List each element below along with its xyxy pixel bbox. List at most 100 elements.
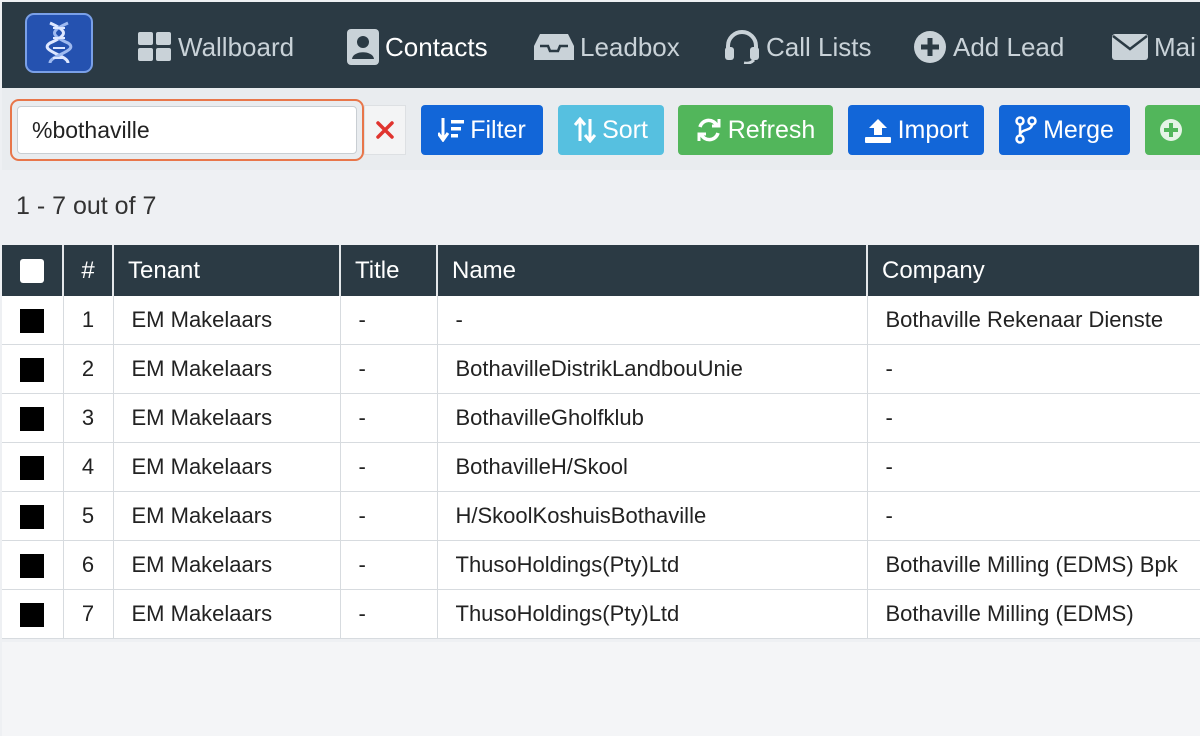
filter-label: Filter [470, 115, 526, 144]
row-select-cell [2, 344, 64, 394]
row-name: ThusoHoldings(Pty)Ltd [437, 540, 868, 590]
code-branch-icon [1015, 116, 1037, 144]
table-row[interactable]: 5 EM Makelaars - H/SkoolKoshuisBothavill… [2, 491, 1200, 541]
sort-arrows-icon [574, 117, 597, 143]
row-checkbox[interactable] [20, 407, 45, 432]
row-tenant: EM Makelaars [113, 296, 341, 345]
row-checkbox[interactable] [20, 603, 45, 628]
headset-icon [725, 30, 759, 64]
result-count: 1 - 7 out of 7 [16, 192, 157, 220]
table-row[interactable]: 4 EM Makelaars - BothavilleH/Skool - [2, 442, 1200, 492]
nav-call-lists[interactable]: Call Lists [724, 28, 871, 66]
row-title: - [340, 589, 438, 639]
header-select-all[interactable] [2, 245, 64, 296]
row-select-cell [2, 296, 64, 345]
row-number: 5 [63, 491, 114, 541]
nav-leadbox-label: Leadbox [580, 31, 680, 62]
row-checkbox[interactable] [20, 505, 45, 530]
header-number[interactable]: # [63, 245, 114, 296]
nav-leadbox[interactable]: Leadbox [534, 28, 680, 66]
import-label: Import [897, 115, 969, 144]
grid-icon [138, 32, 171, 61]
add-contact-button[interactable] [1145, 105, 1200, 155]
row-title: - [340, 540, 438, 590]
table-row[interactable]: 7 EM Makelaars - ThusoHoldings(Pty)Ltd B… [2, 589, 1200, 639]
row-number: 3 [63, 393, 114, 443]
row-number: 4 [63, 442, 114, 492]
dna-logo-icon [45, 21, 73, 64]
row-title: - [340, 393, 438, 443]
contacts-table: # Tenant Title Name Company 1 EM Makelaa… [2, 245, 1200, 639]
merge-label: Merge [1043, 115, 1114, 144]
nav-call-lists-label: Call Lists [766, 31, 872, 62]
search-input[interactable] [17, 106, 357, 154]
nav-add-lead[interactable]: Add Lead [913, 28, 1064, 66]
sort-button[interactable]: Sort [558, 105, 664, 155]
row-number: 1 [63, 296, 114, 345]
row-checkbox[interactable] [20, 309, 45, 334]
upload-icon [864, 119, 891, 143]
import-button[interactable]: Import [848, 105, 984, 155]
table-row[interactable]: 6 EM Makelaars - ThusoHoldings(Pty)Ltd B… [2, 540, 1200, 590]
header-title[interactable]: Title [340, 245, 438, 296]
row-title: - [340, 344, 438, 394]
header-tenant[interactable]: Tenant [113, 245, 341, 296]
row-name: ThusoHoldings(Pty)Ltd [437, 589, 868, 639]
toolbar: Filter Sort Refresh Import Merge [2, 88, 1200, 170]
row-company: Bothaville Milling (EDMS) [867, 589, 1200, 639]
plus-circle-icon [914, 31, 946, 63]
row-name: BothavilleDistrikLandbouUnie [437, 344, 868, 394]
table-header-row: # Tenant Title Name Company [2, 245, 1200, 296]
row-number: 6 [63, 540, 114, 590]
row-select-cell [2, 442, 64, 492]
row-tenant: EM Makelaars [113, 540, 341, 590]
row-company: - [867, 442, 1200, 492]
merge-button[interactable]: Merge [999, 105, 1130, 155]
row-number: 2 [63, 344, 114, 394]
row-tenant: EM Makelaars [113, 442, 341, 492]
row-name: BothavilleH/Skool [437, 442, 868, 492]
row-title: - [340, 442, 438, 492]
table-row[interactable]: 2 EM Makelaars - BothavilleDistrikLandbo… [2, 344, 1200, 394]
refresh-icon [697, 118, 721, 142]
header-name[interactable]: Name [437, 245, 868, 296]
empty-content-area [2, 642, 1200, 736]
row-select-cell [2, 491, 64, 541]
header-company[interactable]: Company [867, 245, 1200, 296]
row-title: - [340, 296, 438, 345]
row-checkbox[interactable] [20, 554, 45, 579]
row-tenant: EM Makelaars [113, 491, 341, 541]
refresh-button[interactable]: Refresh [678, 105, 833, 155]
table-row[interactable]: 3 EM Makelaars - BothavilleGholfklub - [2, 393, 1200, 443]
row-name: BothavilleGholfklub [437, 393, 868, 443]
row-tenant: EM Makelaars [113, 393, 341, 443]
row-company: - [867, 344, 1200, 394]
envelope-icon [1112, 34, 1148, 60]
row-company: - [867, 491, 1200, 541]
row-company: Bothaville Milling (EDMS) Bpk [867, 540, 1200, 590]
nav-mail[interactable]: Mai [1112, 28, 1196, 66]
row-checkbox[interactable] [20, 456, 45, 481]
nav-wallboard[interactable]: Wallboard [138, 28, 294, 66]
row-company: - [867, 393, 1200, 443]
plus-circle-icon [1160, 119, 1182, 141]
inbox-icon [534, 34, 574, 60]
table-row[interactable]: 1 EM Makelaars - - Bothaville Rekenaar D… [2, 296, 1200, 345]
app-logo[interactable] [25, 13, 93, 73]
nav-contacts[interactable]: Contacts [347, 28, 488, 66]
top-navbar: Wallboard Contacts Leadbox Call Lists Ad… [2, 2, 1200, 88]
close-icon [376, 121, 394, 139]
clear-search-button[interactable] [364, 105, 406, 155]
row-checkbox[interactable] [20, 358, 45, 383]
row-company: Bothaville Rekenaar Dienste [867, 296, 1200, 345]
nav-wallboard-label: Wallboard [178, 31, 295, 62]
row-title: - [340, 491, 438, 541]
contact-card-icon [347, 29, 379, 65]
select-all-checkbox[interactable] [20, 259, 44, 284]
filter-button[interactable]: Filter [421, 105, 543, 155]
sort-label: Sort [602, 115, 648, 144]
row-select-cell [2, 540, 64, 590]
nav-contacts-label: Contacts [385, 31, 488, 62]
refresh-label: Refresh [727, 115, 816, 144]
nav-add-lead-label: Add Lead [953, 31, 1065, 62]
